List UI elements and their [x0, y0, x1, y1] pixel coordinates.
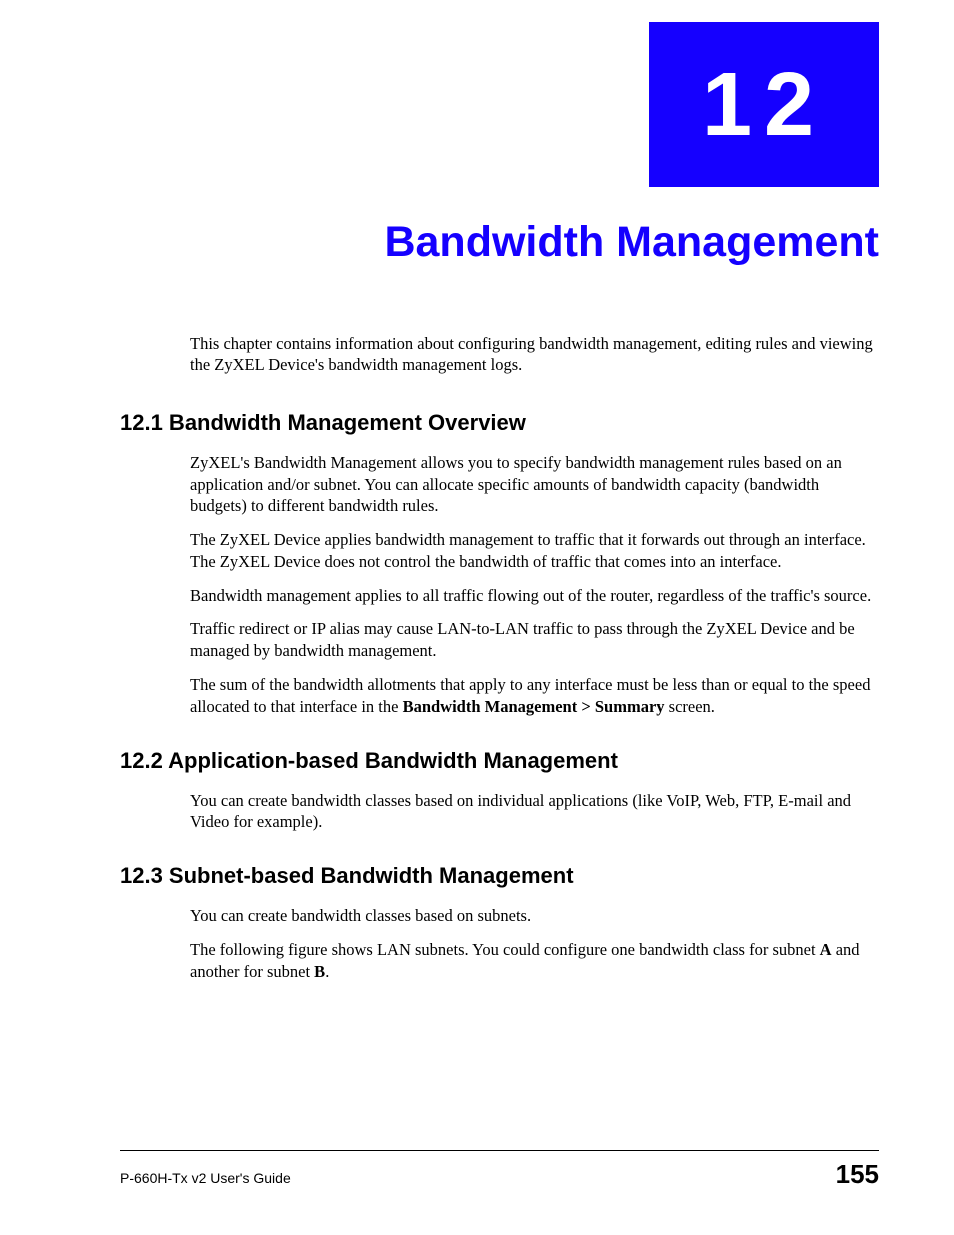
text-run: screen. [665, 697, 715, 716]
footer-page-number: 155 [836, 1159, 879, 1190]
body-paragraph: Bandwidth management applies to all traf… [120, 585, 879, 607]
footer-divider [120, 1150, 879, 1151]
chapter-intro: This chapter contains information about … [120, 333, 879, 376]
chapter-title: Bandwidth Management [384, 218, 879, 267]
section-heading-12-2: 12.2 Application-based Bandwidth Managem… [120, 748, 879, 774]
body-paragraph: Traffic redirect or IP alias may cause L… [120, 618, 879, 662]
chapter-number: 12 [702, 60, 826, 150]
body-paragraph: The sum of the bandwidth allotments that… [120, 674, 879, 718]
body-paragraph: The ZyXEL Device applies bandwidth manag… [120, 529, 879, 573]
body-paragraph: The following figure shows LAN subnets. … [120, 939, 879, 983]
bold-text: B [314, 962, 325, 981]
footer-row: P-660H-Tx v2 User's Guide 155 [120, 1159, 879, 1190]
bold-text: A [820, 940, 832, 959]
body-paragraph: ZyXEL's Bandwidth Management allows you … [120, 452, 879, 517]
bold-text: Bandwidth Management > Summary [403, 697, 665, 716]
footer-guide-name: P-660H-Tx v2 User's Guide [120, 1170, 291, 1186]
body-paragraph: You can create bandwidth classes based o… [120, 790, 879, 834]
text-run: . [325, 962, 329, 981]
section-heading-12-1: 12.1 Bandwidth Management Overview [120, 410, 879, 436]
page-content: This chapter contains information about … [120, 333, 879, 994]
chapter-badge: 12 [649, 22, 879, 187]
page-footer: P-660H-Tx v2 User's Guide 155 [120, 1150, 879, 1190]
section-heading-12-3: 12.3 Subnet-based Bandwidth Management [120, 863, 879, 889]
body-paragraph: You can create bandwidth classes based o… [120, 905, 879, 927]
text-run: The following figure shows LAN subnets. … [190, 940, 820, 959]
